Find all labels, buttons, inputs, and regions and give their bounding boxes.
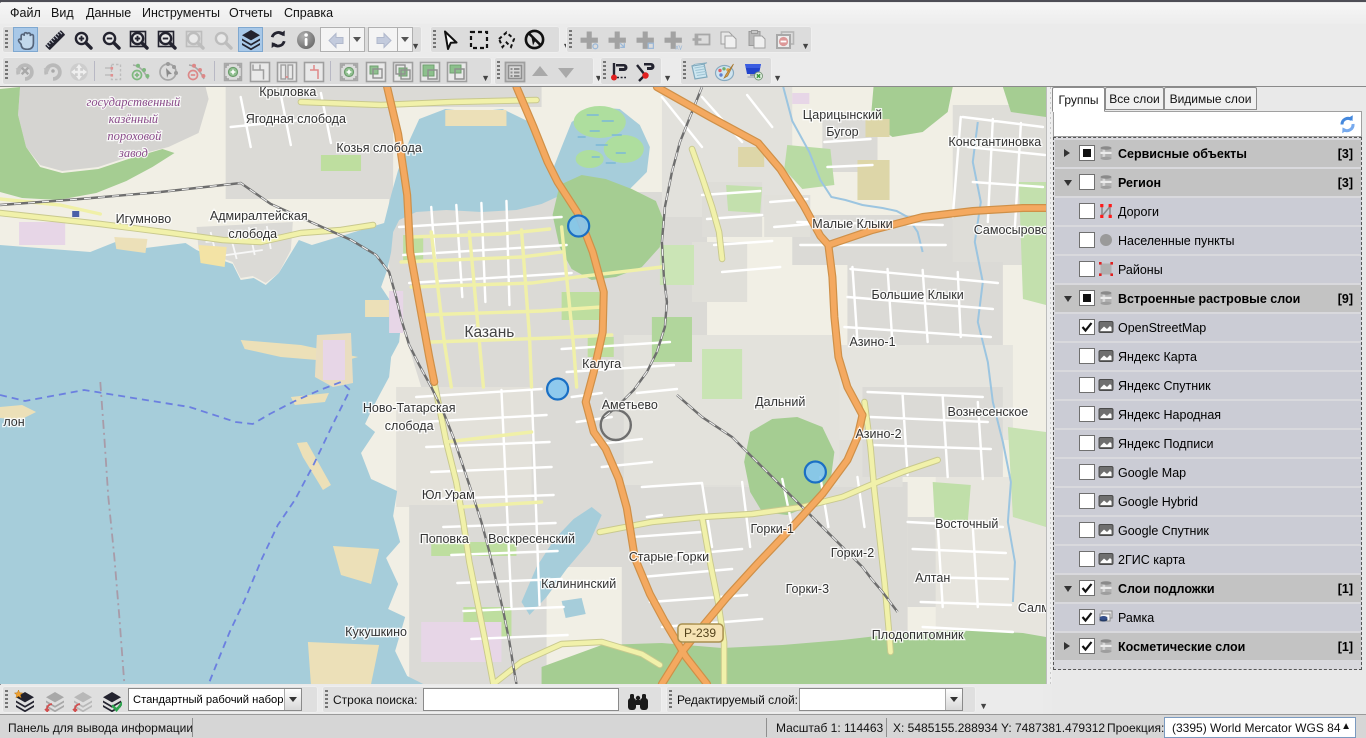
svg-text:казённый: казённый [109,112,159,126]
svg-text:Ягодная слобода: Ягодная слобода [246,112,346,126]
svg-text:Игумново: Игумново [116,212,172,226]
svg-text:Большие Клыки: Большие Клыки [871,288,963,302]
svg-text:Воскресенский: Воскресенский [488,532,575,546]
svg-text:лон: лон [3,415,24,429]
svg-text:Алтан: Алтан [915,571,950,585]
svg-text:Дальний: Дальний [755,395,805,409]
svg-text:слобода: слобода [228,227,277,241]
svg-text:Ново-Татарская: Ново-Татарская [363,401,456,415]
svg-text:Горки-3: Горки-3 [786,582,830,596]
svg-text:Самосырово: Самосырово [974,223,1046,237]
svg-text:Кукушкино: Кукушкино [345,625,407,639]
svg-text:Салмачи: Салмачи [1018,601,1046,615]
svg-text:Азино-2: Азино-2 [855,427,901,441]
svg-text:пороховой: пороховой [107,129,162,143]
svg-text:слобода: слобода [385,419,434,433]
svg-text:Горки-2: Горки-2 [831,546,875,560]
svg-text:Калининский: Калининский [541,577,616,591]
svg-text:Казань: Казань [464,324,514,341]
svg-text:Аметьево: Аметьево [602,398,658,412]
svg-text:государственный: государственный [87,95,181,109]
svg-text:Козья слобода: Козья слобода [336,141,421,155]
svg-text:xy: xy [675,43,683,50]
svg-text:Азино-1: Азино-1 [849,335,895,349]
svg-text:Поповка: Поповка [420,532,469,546]
svg-text:Вознесенское: Вознесенское [947,405,1028,419]
svg-text:Юл Урам: Юл Урам [422,488,475,502]
svg-text:завод: завод [118,146,148,160]
svg-text:Царицынский: Царицынский [803,108,882,122]
svg-text:Адмиралтейская: Адмиралтейская [210,209,308,223]
svg-text:Крыловка: Крыловка [259,87,316,99]
svg-text:Калуга: Калуга [582,357,621,371]
svg-text:Горки-1: Горки-1 [750,522,794,536]
svg-text:Восточный: Восточный [935,517,998,531]
svg-text:Р-239: Р-239 [684,626,716,640]
svg-text:Малые Клыки: Малые Клыки [812,217,892,231]
svg-text:Константиновка: Константиновка [948,135,1041,149]
svg-text:Бугор: Бугор [826,125,858,139]
svg-text:Плодопитомник: Плодопитомник [872,628,964,642]
svg-text:Старые Горки: Старые Горки [629,550,709,564]
